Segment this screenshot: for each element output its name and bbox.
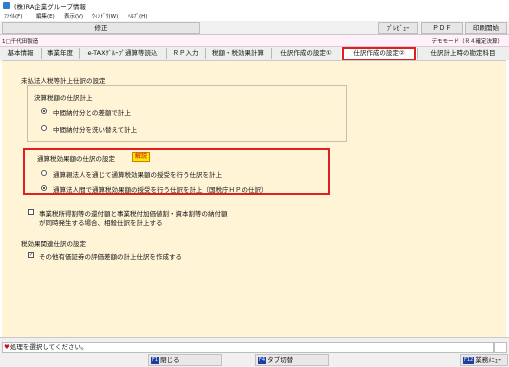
- mode-label: デモモード（Ｒ４確定決算）: [431, 39, 503, 45]
- offset-entry-checkbox[interactable]: [28, 209, 34, 215]
- toolbar: 修正 ﾌﾟﾚﾋﾞｭｰ ＰＤＦ 印刷開始: [0, 21, 509, 35]
- offset-entry-label-2: が同時発生する場合、相殺仕訳を計上する: [39, 219, 163, 227]
- preview-button[interactable]: ﾌﾟﾚﾋﾞｭｰ: [378, 22, 418, 34]
- status-message: 処理を選択してください。: [9, 343, 88, 351]
- company-header: 1□千代田製造 デモモード（Ｒ４確定決算）: [0, 35, 509, 47]
- app-icon: [3, 2, 10, 9]
- option-interim-diff-label: 中間納付分との差額で計上: [53, 109, 131, 117]
- fix-button[interactable]: 修正: [2, 22, 200, 34]
- f1-key-label: F1: [151, 357, 160, 364]
- tab-fiscal-year[interactable]: 事業年度: [41, 48, 80, 59]
- securities-valuation-label: その他有価証券の評価差額の計上仕訳を作成する: [39, 253, 182, 261]
- tab-bar: 基本情報 事業年度 e-TAXｸﾞﾙｰﾌﾟ通算等読込 ＲＰ入力 税額・税効果計算…: [0, 47, 509, 60]
- f4-key-label: F4: [258, 357, 267, 364]
- footer: ♥処理を選択してください。 F1 閉じる F4 タブ切替 F12 業務ﾒﾆｭｰ: [0, 337, 509, 367]
- tab-rp-input[interactable]: ＲＰ入力: [166, 48, 206, 59]
- business-menu-fkey-button[interactable]: F12 業務ﾒﾆｭｰ: [460, 354, 508, 366]
- tab-account-items[interactable]: 仕訳計上時の勘定科目: [417, 48, 509, 59]
- option-interim-replace-label: 中間納付分を洗い替えて計上: [53, 126, 138, 134]
- section2-highlight: [23, 148, 330, 195]
- section1-title: 未払法人税等計上仕訳の設定: [21, 77, 106, 85]
- business-menu-fkey-label: 業務ﾒﾆｭｰ: [475, 356, 502, 364]
- window-title: (株)RA企業グループ情報: [14, 3, 86, 11]
- radio-interim-diff[interactable]: [41, 108, 47, 114]
- pdf-button[interactable]: ＰＤＦ: [421, 22, 463, 34]
- menu-window[interactable]: ｳｨﾝﾄﾞｳ(W): [92, 12, 118, 20]
- menu-view[interactable]: 表示(V): [64, 12, 83, 20]
- tax-entry-group-title: 決算税額の仕訳計上: [34, 94, 93, 102]
- close-fkey-label: 閉じる: [160, 356, 180, 364]
- tab-etax-import[interactable]: e-TAXｸﾞﾙｰﾌﾟ通算等読込: [79, 48, 167, 59]
- active-tab-highlight: [342, 47, 416, 61]
- tab-switch-fkey-button[interactable]: F4 タブ切替: [255, 354, 329, 366]
- print-button[interactable]: 印刷開始: [465, 22, 507, 34]
- menu-edit[interactable]: 編集(E): [36, 12, 55, 20]
- tab-journal-settings-1[interactable]: 仕訳作成の設定①: [271, 48, 342, 59]
- tab-tax-calc[interactable]: 税額・税効果計算: [205, 48, 272, 59]
- settings-panel: 未払法人税等計上仕訳の設定 決算税額の仕訳計上 中間納付分との差額で計上 中間納…: [2, 60, 506, 338]
- securities-valuation-checkbox[interactable]: ✓: [28, 252, 34, 258]
- status-bar: ♥処理を選択してください。: [2, 342, 494, 353]
- menu-file[interactable]: ﾌｧｲﾙ(F): [4, 12, 22, 20]
- menu-help[interactable]: ﾍﾙﾌﾟ(H): [128, 12, 147, 20]
- tab-switch-fkey-label: タブ切替: [267, 356, 294, 364]
- radio-interim-replace[interactable]: [41, 125, 47, 131]
- tab-basic-info[interactable]: 基本情報: [0, 48, 42, 59]
- title-bar: (株)RA企業グループ情報: [0, 0, 509, 11]
- status-corner-box: [494, 342, 507, 353]
- f12-key-label: F12: [463, 357, 475, 364]
- company-name: 1□千代田製造: [2, 39, 39, 45]
- close-fkey-button[interactable]: F1 閉じる: [148, 354, 222, 366]
- menu-bar: ﾌｧｲﾙ(F) 編集(E) 表示(V) ｳｨﾝﾄﾞｳ(W) ﾍﾙﾌﾟ(H): [0, 11, 509, 21]
- section3-title: 税効果関連仕訳の設定: [21, 240, 86, 248]
